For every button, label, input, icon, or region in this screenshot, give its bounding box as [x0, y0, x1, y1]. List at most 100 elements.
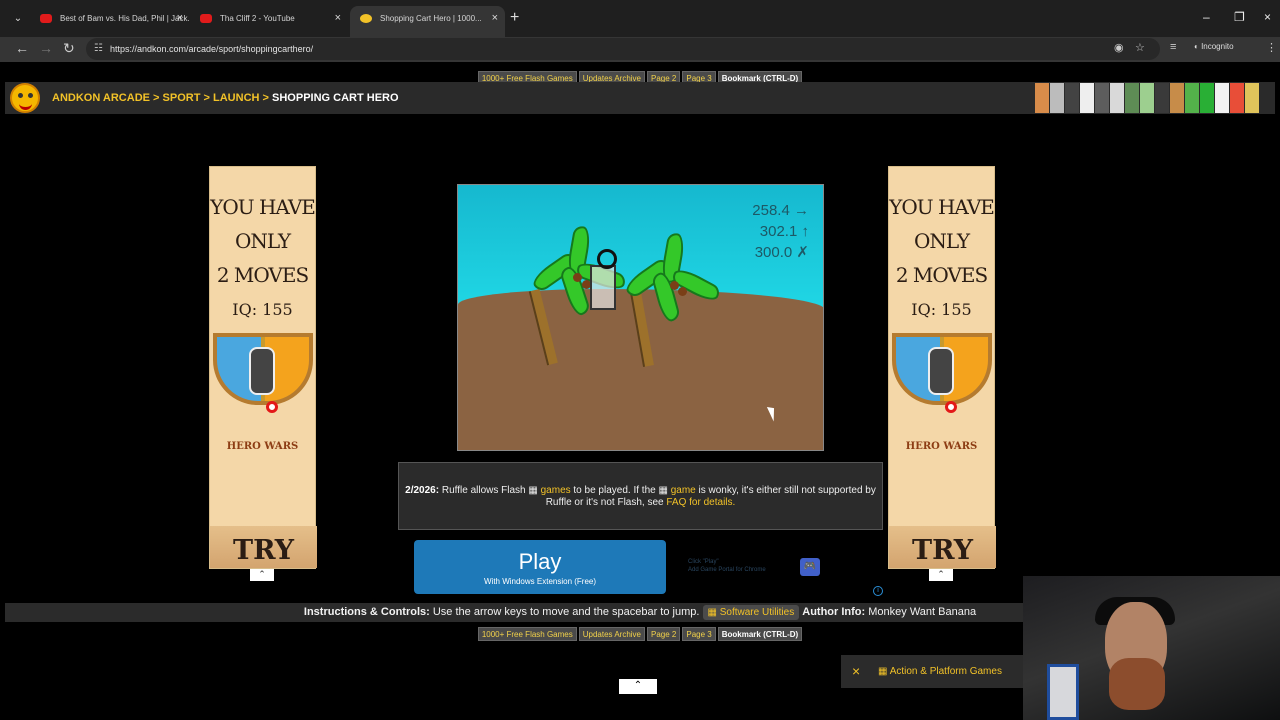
game-thumbnail[interactable] [1095, 83, 1109, 113]
ad-try-button[interactable]: TRY [889, 526, 996, 568]
breadcrumb-launch[interactable]: LAUNCH [213, 92, 259, 104]
height-readout: 302.1 ↑ [759, 223, 810, 240]
up-arrow-icon: ↑ [801, 223, 810, 240]
ad-hero-image [927, 347, 954, 395]
game-thumbnail[interactable] [1125, 83, 1139, 113]
coconut [678, 287, 687, 296]
media-icon[interactable]: ≡ [1170, 41, 1176, 53]
browser-tabstrip: ⌄ Best of Bam vs. His Dad, Phil | Jack..… [0, 0, 1280, 37]
ruffle-notice: 2/2026: Ruffle allows Flash ▦ games to b… [398, 462, 883, 530]
person-beard-image [1109, 658, 1165, 710]
breadcrumb-separator: > [262, 92, 269, 104]
ad-emblem [890, 333, 994, 417]
close-icon[interactable]: × [177, 6, 183, 31]
action-platform-label: Action & Platform Games [889, 666, 1002, 677]
star-icon[interactable]: ☆ [1135, 41, 1145, 54]
close-icon[interactable]: × [335, 6, 341, 31]
page-3-link[interactable]: Page 3 [682, 627, 716, 641]
ad-brand-logo: HERO WARS [905, 441, 978, 452]
close-window-icon[interactable]: × [1264, 10, 1271, 24]
tab-the-cliff[interactable]: Tha Cliff 2 - YouTube × [190, 6, 348, 37]
game-icon: ▦ [658, 485, 668, 496]
faq-link[interactable]: FAQ for details. [666, 497, 735, 508]
game-thumbnail[interactable] [1215, 83, 1229, 113]
back-icon[interactable]: ← [15, 40, 29, 56]
browser-toolbar: ← → ↻ ☷ https://andkon.com/arcade/sport/… [0, 37, 1280, 62]
cup-image [1047, 664, 1079, 720]
forward-icon[interactable]: → [39, 40, 53, 56]
instructions-label: Instructions & Controls: [303, 606, 430, 618]
youtube-icon [40, 14, 52, 23]
notice-text: Ruffle allows Flash [441, 485, 526, 496]
andkon-icon [360, 14, 372, 23]
tab-shopping-cart-hero[interactable]: Shopping Cart Hero | 1000... × [350, 6, 505, 37]
page-2-link[interactable]: Page 2 [647, 627, 681, 641]
webcam-overlay [1023, 576, 1280, 720]
distance-readout: 258.4 → [752, 202, 809, 219]
score-readout: 300.0 ✗ [754, 244, 809, 261]
gamepad-icon[interactable]: 🎮 [800, 558, 820, 576]
game-canvas[interactable]: 258.4 → 302.1 ↑ 300.0 ✗ [457, 184, 824, 451]
scroll-up-icon[interactable]: ⌃ [619, 679, 657, 694]
game-thumbnail[interactable] [1065, 83, 1079, 113]
action-platform-games-panel[interactable]: × ▦ Action & Platform Games [841, 655, 1031, 688]
play-button-label: Play [518, 549, 562, 574]
minimize-icon[interactable]: – [1203, 10, 1210, 24]
close-icon[interactable]: × [852, 655, 860, 688]
left-hero-wars-ad[interactable]: YOU HAVE ONLY 2 MOVES IQ: 155 HERO WARS TR… [209, 166, 317, 569]
restore-icon[interactable]: ❐ [1234, 10, 1245, 24]
game-thumbnail[interactable] [1080, 83, 1094, 113]
updates-archive-link[interactable]: Updates Archive [578, 627, 646, 641]
refresh-icon[interactable]: ↻ [63, 40, 75, 57]
info-icon[interactable]: i [873, 586, 883, 596]
left-ad-collapse-icon[interactable]: ⌃ [250, 569, 274, 581]
ad-ring-icon [944, 401, 957, 413]
ad-ring-icon [265, 401, 278, 413]
game-thumbnail[interactable] [1035, 83, 1049, 113]
game-thumbnail[interactable] [1140, 83, 1154, 113]
game-thumbnail[interactable] [1155, 83, 1169, 113]
site-info-icon[interactable]: ☷ [94, 38, 103, 60]
author-label: Author Info: [802, 606, 866, 618]
bookmark-link[interactable]: Bookmark (CTRL-D) [717, 627, 803, 641]
new-tab-icon[interactable]: + [510, 9, 519, 27]
coconut [573, 273, 582, 282]
andkon-logo[interactable] [10, 83, 40, 113]
page-title: SHOPPING CART HERO [272, 92, 399, 104]
notice-text: to be played. If the [573, 485, 656, 496]
incognito-indicator[interactable]: ◐ Incognito [1194, 42, 1234, 51]
top-navigation: 1000+ Free Flash Games Updates Archive Pag… [5, 68, 1275, 85]
tab-title: Tha Cliff 2 - YouTube [220, 14, 295, 23]
notice-date: 2/2026: [405, 485, 440, 496]
right-hero-wars-ad[interactable]: YOU HAVE ONLY 2 MOVES IQ: 155 HERO WARS TR… [888, 166, 996, 569]
game-thumbnail[interactable] [1185, 83, 1199, 113]
games-list-icon: ▦ [878, 666, 888, 677]
free-flash-games-link[interactable]: 1000+ Free Flash Games [477, 627, 577, 641]
right-ad-collapse-icon[interactable]: ⌃ [929, 569, 953, 581]
tab-best-of-bam[interactable]: Best of Bam vs. His Dad, Phil | Jack... … [30, 6, 190, 37]
ad-emblem [211, 333, 315, 417]
software-utilities-button[interactable]: ▦ Software Utilities [702, 605, 800, 620]
games-link[interactable]: games [541, 485, 571, 496]
game-thumbnail[interactable] [1050, 83, 1064, 113]
game-thumbnail[interactable] [1230, 83, 1244, 113]
tab-search-icon[interactable]: ⌄ [8, 9, 28, 29]
close-icon[interactable]: × [492, 6, 498, 31]
play-extension-button[interactable]: Play With Windows Extension (Free) [414, 540, 666, 594]
ad-try-button[interactable]: TRY [210, 526, 317, 568]
eye-off-icon[interactable]: ◉ [1114, 41, 1124, 54]
breadcrumb-sport[interactable]: SPORT [163, 92, 201, 104]
game-thumbnail[interactable] [1245, 83, 1259, 113]
game-thumbnail[interactable] [1110, 83, 1124, 113]
play-hint: Click "Play" Add Game Portal for Chrome [688, 559, 766, 573]
game-thumbnail[interactable] [1170, 83, 1184, 113]
ad-iq-text: IQ: 155 [911, 300, 972, 319]
breadcrumb-andkon-arcade[interactable]: ANDKON ARCADE [52, 92, 150, 104]
address-bar[interactable]: ☷ https://andkon.com/arcade/sport/shoppi… [86, 38, 1160, 60]
breadcrumb-separator: > [203, 92, 210, 104]
game-link[interactable]: game [671, 485, 696, 496]
game-thumbnail[interactable] [1200, 83, 1214, 113]
url-text: https://andkon.com/arcade/sport/shopping… [110, 44, 314, 54]
menu-icon[interactable]: ⋮ [1266, 41, 1277, 54]
ad-headline: YOU HAVE ONLY 2 MOVES [889, 195, 995, 287]
